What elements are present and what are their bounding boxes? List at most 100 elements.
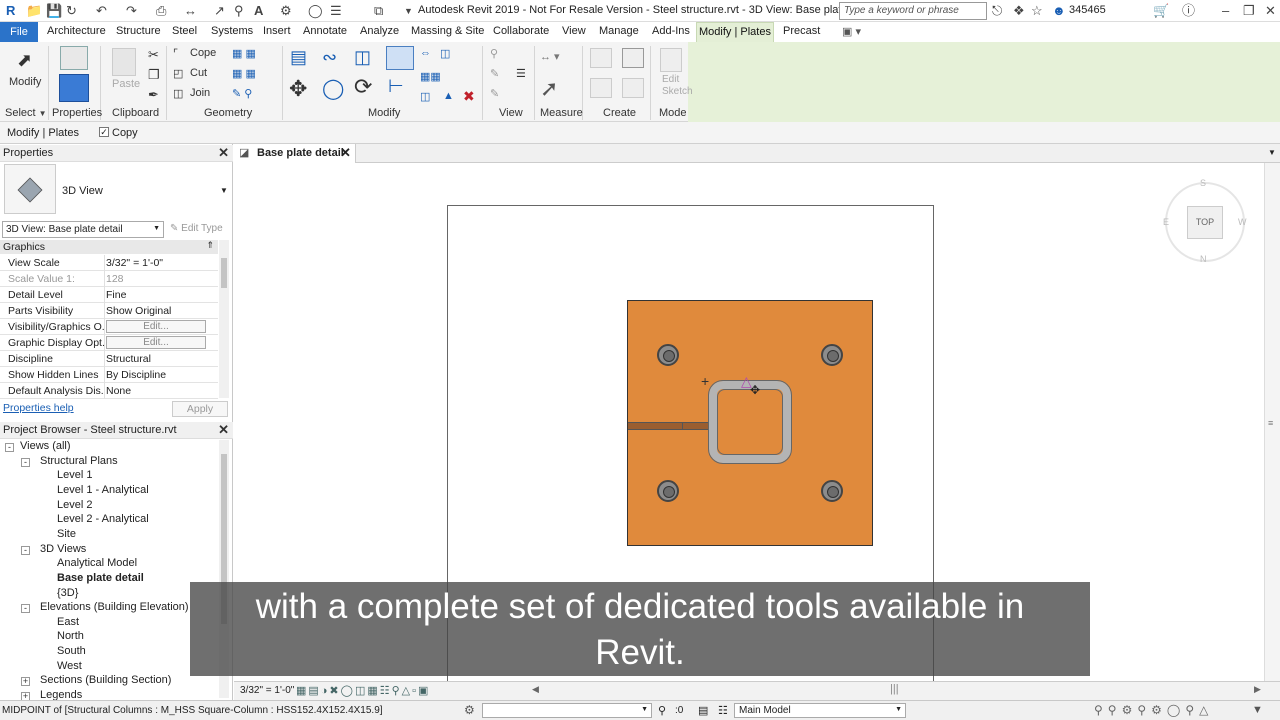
view-scrollbar[interactable]: ≡ <box>1264 163 1280 681</box>
modify-button[interactable]: Modify <box>9 76 41 88</box>
paste-icon[interactable] <box>112 48 136 76</box>
tree-item[interactable]: Level 1 <box>57 469 92 481</box>
property-row[interactable]: Default Analysis Dis... None <box>0 383 218 399</box>
help-icon[interactable]: ⓘ <box>1182 3 1195 19</box>
property-row[interactable]: Parts Visibility Show Original <box>0 303 218 319</box>
create-parts-icon[interactable] <box>622 48 644 68</box>
tab-collaborate[interactable]: Collaborate <box>493 25 549 37</box>
unpin-icon[interactable]: ▲ <box>443 90 454 102</box>
save-icon[interactable]: 💾 <box>46 3 62 19</box>
tree-item[interactable]: Elevations (Building Elevation) <box>40 601 189 613</box>
tree-item[interactable]: North <box>57 630 84 642</box>
tree-item[interactable]: Base plate detail <box>57 572 144 584</box>
cope-button[interactable]: Cope <box>190 47 216 59</box>
anchor-bolt[interactable] <box>657 480 679 502</box>
tree-item[interactable]: {3D} <box>57 587 78 599</box>
viewcube-top-face[interactable]: TOP <box>1187 206 1223 239</box>
revit-logo-icon[interactable]: R <box>6 3 15 19</box>
star-icon[interactable]: ☆ <box>1031 3 1043 19</box>
worksets-icon[interactable]: ⚙ <box>464 703 475 717</box>
hide-icon[interactable]: ⚲ <box>490 47 498 60</box>
binoculars-icon[interactable]: ⎋ <box>992 3 1002 19</box>
tab-systems[interactable]: Systems <box>211 25 253 37</box>
cut-clipboard-icon[interactable]: ✂ <box>148 47 159 63</box>
close-view-tab-icon[interactable]: ✕ <box>340 145 351 161</box>
3d-view-icon[interactable]: ⚙ <box>280 3 292 19</box>
copy-clipboard-icon[interactable]: ❐ <box>148 67 160 83</box>
tree-item[interactable]: 3D Views <box>40 543 86 555</box>
cut-button[interactable]: Cut <box>190 67 207 79</box>
cart-icon[interactable]: 🛒 <box>1153 3 1169 19</box>
tab-steel[interactable]: Steel <box>172 25 197 37</box>
tree-toggle-icon[interactable]: - <box>5 443 14 452</box>
design-options-icon[interactable]: ▤ <box>698 704 708 717</box>
join-icon[interactable]: ◫ <box>173 87 183 100</box>
aligned-dimension-icon[interactable]: ➚ <box>540 76 558 102</box>
tab-file[interactable]: File <box>0 22 38 42</box>
tab-insert[interactable]: Insert <box>263 25 291 37</box>
edit-sketch-icon[interactable] <box>660 48 682 72</box>
panel-select[interactable]: Select ▼ <box>5 107 47 119</box>
tree-toggle-icon[interactable]: + <box>21 677 30 687</box>
sync-icon[interactable]: ↻ <box>66 3 77 19</box>
measure-qat-icon[interactable]: ↔ <box>184 3 197 19</box>
split-icon[interactable]: ⇔ <box>420 47 431 59</box>
dimension-icon[interactable]: ↗ <box>214 3 225 19</box>
property-row[interactable]: Detail Level Fine <box>0 287 218 303</box>
view-scale-control[interactable]: 3/32" = 1'-0" <box>240 685 294 696</box>
close-project-browser-icon[interactable]: ✕ <box>218 422 229 438</box>
rotate-icon[interactable]: ⟳ <box>354 74 372 100</box>
cope-icon[interactable]: ⌜ <box>173 47 178 60</box>
tab-structure[interactable]: Structure <box>116 25 161 37</box>
scroll-right-icon[interactable]: ▶ <box>1254 684 1261 695</box>
tree-item[interactable]: South <box>57 645 86 657</box>
tree-item[interactable]: Sections (Building Section) <box>40 674 171 686</box>
properties-palette-icon[interactable] <box>59 74 89 102</box>
thin-lines-icon[interactable]: ☰ <box>330 3 342 19</box>
tree-item[interactable]: West <box>57 660 82 672</box>
instance-selector[interactable]: 3D View: Base plate detail ▼ <box>2 221 164 238</box>
measure-icon[interactable]: ↔ ▾ <box>540 50 560 63</box>
anchor-bolt[interactable] <box>821 344 843 366</box>
undo-icon[interactable]: ↶ <box>96 3 107 19</box>
tab-view[interactable]: View <box>562 25 586 37</box>
tab-precast[interactable]: Precast <box>783 25 820 37</box>
copy-checkbox[interactable]: ✓ <box>99 127 109 137</box>
paste-button[interactable]: Paste <box>112 78 140 90</box>
open-icon[interactable]: 📁 <box>26 3 42 19</box>
close-properties-icon[interactable]: ✕ <box>218 145 229 161</box>
editable-only-icon[interactable]: ☷ <box>718 704 728 717</box>
properties-help-link[interactable]: Properties help <box>3 402 74 414</box>
switch-windows-icon[interactable]: ⧉ <box>374 3 383 19</box>
offset-icon[interactable]: ∾ <box>322 47 337 68</box>
mirror-draw-icon[interactable] <box>386 46 414 70</box>
collapse-icon[interactable]: ⇑ <box>206 240 214 251</box>
mirror-axis-icon[interactable]: ◫ <box>354 47 371 68</box>
tree-item[interactable]: East <box>57 616 79 628</box>
selection-toggle-icons[interactable]: ⚲⚲⚙⚲⚙◯⚲△ <box>1094 703 1213 717</box>
tree-item[interactable]: Views (all) <box>20 440 71 452</box>
tab-manage[interactable]: Manage <box>599 25 639 37</box>
thin-lines-view-icon[interactable]: ☰ <box>516 67 526 80</box>
tree-toggle-icon[interactable]: - <box>21 457 30 467</box>
subscription-icon[interactable]: ❖ <box>1013 3 1025 19</box>
property-row[interactable]: Graphic Display Opt... Edit... <box>0 335 218 351</box>
override-icon[interactable]: ✎ <box>490 67 499 80</box>
qat-dropdown-icon[interactable]: ▼ <box>404 3 413 19</box>
view-control-icons[interactable]: ▦▤◑✖◯◫▦☷⚲△▫▣ <box>296 684 430 697</box>
section-icon[interactable]: ◯ <box>308 3 323 19</box>
tab-add-ins[interactable]: Add-Ins <box>652 25 690 37</box>
edit-type-button[interactable]: ✎ Edit Type <box>170 223 223 234</box>
user-name[interactable]: 345465 <box>1069 4 1106 16</box>
minimize-icon[interactable]: – <box>1222 3 1229 19</box>
filter-icon[interactable]: ⚲ <box>658 704 666 717</box>
tab-annotate[interactable]: Annotate <box>303 25 347 37</box>
type-properties-icon[interactable] <box>60 46 88 70</box>
view-tab-base-plate-detail[interactable]: ◪ Base plate detail ✕ <box>234 144 356 163</box>
scroll-thumb-icon[interactable]: ≡ <box>1268 418 1273 428</box>
print-icon[interactable]: ⎙ <box>156 3 166 19</box>
join-button[interactable]: Join <box>190 87 210 99</box>
text-icon[interactable]: A <box>254 3 263 19</box>
steel-beam[interactable] <box>628 422 710 430</box>
wall-joins-icon[interactable]: ▦ ▦ <box>232 47 256 60</box>
